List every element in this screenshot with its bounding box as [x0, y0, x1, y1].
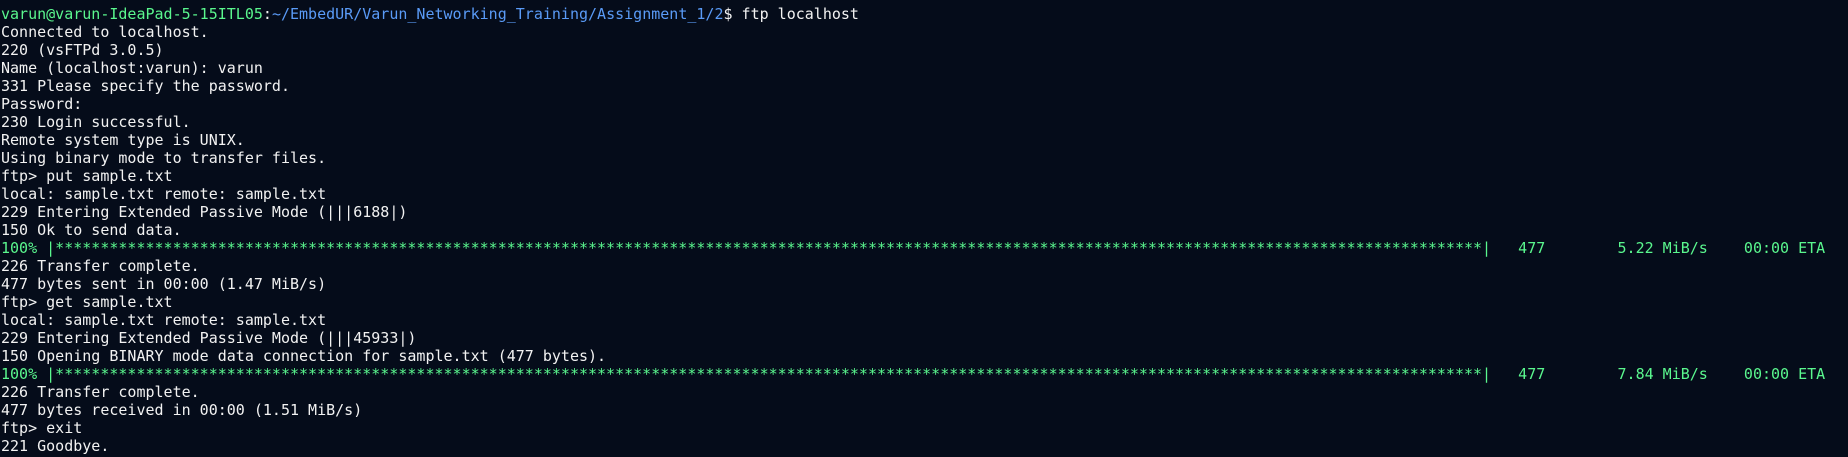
- prompt-command: ftp localhost: [732, 5, 859, 23]
- output-line: 150 Ok to send data.: [1, 221, 182, 239]
- output-line: 477 bytes sent in 00:00 (1.47 MiB/s): [1, 275, 327, 293]
- output-line: 229 Entering Extended Passive Mode (|||4…: [1, 329, 417, 347]
- output-line: 221 Goodbye.: [1, 437, 110, 455]
- output-line: 226 Transfer complete.: [1, 383, 200, 401]
- output-line: ftp> put sample.txt: [1, 167, 173, 185]
- terminal-window[interactable]: varun@varun-IdeaPad-5-15ITL05:~/EmbedUR/…: [0, 0, 1848, 457]
- output-line: Name (localhost:varun): varun: [1, 59, 263, 77]
- prompt-path: ~/EmbedUR/Varun_Networking_Training/Assi…: [271, 5, 724, 23]
- output-line: local: sample.txt remote: sample.txt: [1, 311, 327, 329]
- output-line: Connected to localhost.: [1, 23, 209, 41]
- progress-bar-download: 100% |**********************************…: [1, 365, 1826, 383]
- output-line: local: sample.txt remote: sample.txt: [1, 185, 327, 203]
- output-line: ftp> get sample.txt: [1, 293, 173, 311]
- output-line: Password:: [1, 95, 83, 113]
- output-line: ftp> exit: [1, 419, 83, 437]
- prompt-separator: :: [262, 5, 272, 23]
- output-line: 331 Please specify the password.: [1, 77, 290, 95]
- output-line: 229 Entering Extended Passive Mode (|||6…: [1, 203, 408, 221]
- prompt-symbol: $: [723, 5, 733, 23]
- prompt-line: varun@varun-IdeaPad-5-15ITL05:~/EmbedUR/…: [1, 5, 1848, 23]
- output-line: Using binary mode to transfer files.: [1, 149, 327, 167]
- output-line: 226 Transfer complete.: [1, 257, 200, 275]
- output-line: 230 Login successful.: [1, 113, 191, 131]
- output-line: 220 (vsFTPd 3.0.5): [1, 41, 164, 59]
- output-line: Remote system type is UNIX.: [1, 131, 245, 149]
- output-line: 477 bytes received in 00:00 (1.51 MiB/s): [1, 401, 363, 419]
- progress-bar-upload: 100% |**********************************…: [1, 239, 1826, 257]
- output-line: 150 Opening BINARY mode data connection …: [1, 347, 607, 365]
- prompt-user-host: varun@varun-IdeaPad-5-15ITL05: [1, 5, 263, 23]
